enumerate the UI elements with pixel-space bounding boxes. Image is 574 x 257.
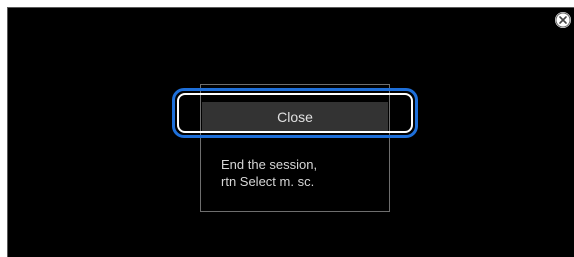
menu-panel: Close End the session, rtn Select m. sc. — [200, 84, 390, 212]
close-menu-item-label: Close — [277, 109, 313, 125]
menu-description: End the session, rtn Select m. sc. — [221, 156, 317, 190]
camera-screen: Close End the session, rtn Select m. sc. — [7, 7, 574, 257]
description-line-2: rtn Select m. sc. — [221, 174, 315, 189]
close-circle-icon[interactable] — [555, 12, 571, 28]
description-line-1: End the session, — [221, 157, 318, 172]
close-menu-item[interactable]: Close — [202, 102, 388, 132]
